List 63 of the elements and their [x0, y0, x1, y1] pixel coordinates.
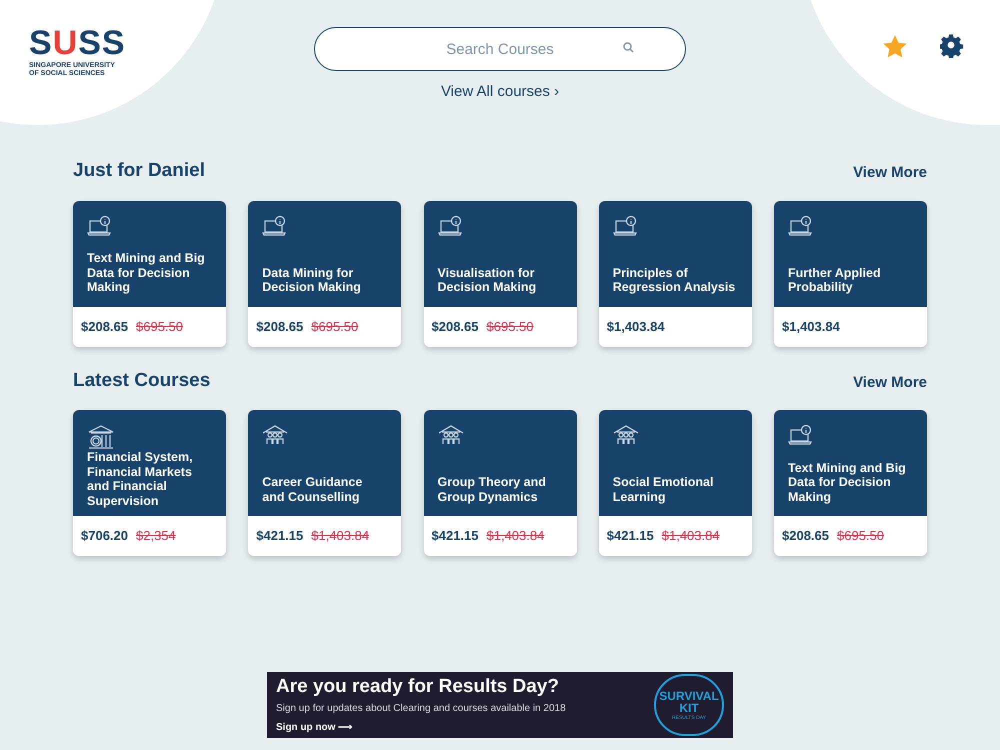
- original-price: $1,403.84: [662, 527, 720, 546]
- course-price: $421.15: [256, 527, 304, 546]
- course-price: $208.65: [256, 318, 304, 336]
- bank-icon: [87, 424, 115, 450]
- star-icon[interactable]: [882, 34, 908, 59]
- original-price: $695.50: [486, 318, 534, 336]
- course-title: Further Applied Probability: [788, 266, 882, 294]
- original-price: $695.50: [311, 318, 358, 336]
- original-price: $695.50: [136, 318, 183, 336]
- course-price: $1,403.84: [606, 318, 665, 336]
- search-icon: [623, 42, 634, 53]
- course-card[interactable]: Principles of Regression Analysis $1,403.84: [598, 200, 752, 346]
- banner-text: Sign up for updates about Clearing and courses available in 2018: [276, 702, 567, 716]
- section-title: Just for Daniel: [73, 159, 205, 183]
- course-price: $421.15: [432, 527, 478, 546]
- course-title: Principles of Regression Analysis: [612, 266, 736, 294]
- course-title: Social Emotional Learning: [612, 475, 714, 504]
- course-title: Financial System, Financial Markets and Financial Supervision: [87, 450, 194, 508]
- course-card[interactable]: Financial System, Financial Markets and Financial Supervision $706.20 $2,354: [73, 410, 226, 556]
- course-card[interactable]: Visualisation for Decision Making $208.65 $695.50: [424, 200, 576, 346]
- course-price: $706.20: [81, 527, 128, 546]
- course-price: $208.65: [81, 318, 128, 336]
- course-title: Group Theory and Group Dynamics: [438, 475, 547, 504]
- laptop-icon: [87, 214, 113, 236]
- course-title: Visualisation for Decision Making: [438, 266, 538, 294]
- people-icon: [262, 424, 288, 446]
- course-card[interactable]: Career Guidance and Counselling $421.15 $1,403.84: [248, 410, 402, 556]
- banner-headline: Are you ready for Results Day?: [276, 676, 560, 698]
- view-more-link[interactable]: View More: [853, 372, 927, 395]
- settings-icon[interactable]: [940, 34, 964, 58]
- search-field[interactable]: Search Courses: [314, 27, 686, 71]
- badge-title: SURVIVAL: [659, 690, 719, 702]
- course-title: Text Mining and Big Data for Decision Making: [788, 460, 907, 504]
- sign-up-link[interactable]: Sign up now ⟶: [276, 720, 654, 734]
- laptop-icon: [788, 214, 814, 236]
- view-all-link[interactable]: View All courses ›: [440, 81, 560, 104]
- course-title: Text Mining and Big Data for Decision Making: [87, 251, 206, 294]
- badge-title: KIT: [679, 702, 699, 714]
- original-price: $695.50: [837, 527, 884, 546]
- course-price: $421.15: [606, 527, 654, 546]
- course-title: Data Mining for Decision Making: [262, 266, 362, 294]
- original-price: $1,403.84: [311, 527, 370, 546]
- course-title: Career Guidance and Counselling: [262, 475, 364, 504]
- people-icon: [438, 424, 464, 446]
- original-price: $2,354: [136, 527, 176, 546]
- course-card[interactable]: Group Theory and Group Dynamics $421.15 $1,403.84: [424, 410, 576, 556]
- laptop-icon: [788, 424, 814, 446]
- course-card[interactable]: Text Mining and Big Data for Decision Making $208.65 $695.50: [73, 200, 226, 346]
- course-price: $1,403.84: [782, 318, 840, 336]
- laptop-icon: [438, 214, 464, 236]
- course-card[interactable]: Further Applied Probability $1,403.84: [774, 200, 927, 346]
- course-card[interactable]: Social Emotional Learning $421.15 $1,403.84: [598, 410, 752, 556]
- laptop-icon: [262, 214, 288, 236]
- course-card[interactable]: Data Mining for Decision Making $208.65 $695.50: [248, 200, 402, 346]
- section-title: Latest Courses: [73, 368, 210, 392]
- logo-mark: SUSS: [29, 27, 127, 59]
- view-more-link[interactable]: View More: [853, 162, 927, 186]
- people-icon: [612, 424, 639, 446]
- course-card[interactable]: Text Mining and Big Data for Decision Making $208.65 $695.50: [774, 410, 927, 556]
- course-price: $208.65: [432, 318, 478, 336]
- laptop-icon: [612, 214, 639, 236]
- original-price: $1,403.84: [486, 527, 544, 546]
- course-price: $208.65: [782, 527, 829, 546]
